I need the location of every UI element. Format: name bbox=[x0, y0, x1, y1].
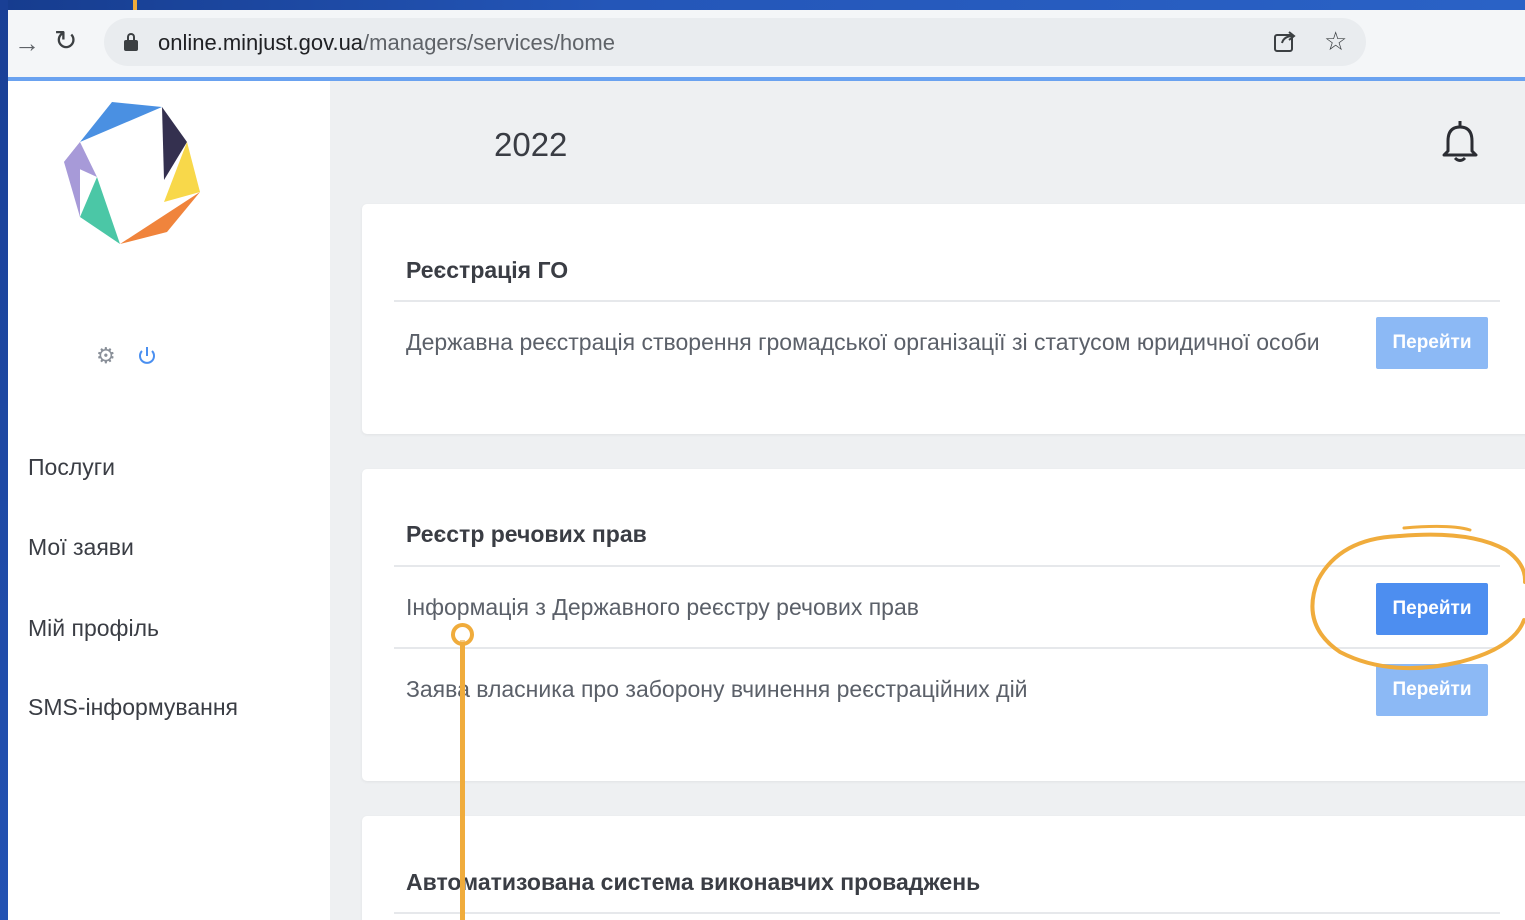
sidebar-item-services[interactable]: Послуги bbox=[28, 453, 115, 481]
service-name: Інформація з Державного реєстру речових … bbox=[406, 594, 919, 620]
url-host: online.minjust.gov.ua bbox=[158, 30, 364, 55]
divider bbox=[394, 300, 1500, 302]
blue-frame-left bbox=[0, 0, 8, 920]
bell-icon[interactable] bbox=[1440, 119, 1480, 163]
annotation-circle bbox=[1310, 524, 1525, 671]
sidebar-item-my-applications[interactable]: Мої заяви bbox=[28, 533, 134, 561]
sidebar-tools: ⚙ bbox=[96, 345, 166, 369]
sidebar-item-sms-informing[interactable]: SMS-інформування bbox=[28, 693, 238, 721]
share-icon[interactable] bbox=[1272, 28, 1298, 54]
card-title: Автоматизована система виконавчих провад… bbox=[406, 869, 981, 895]
lock-icon[interactable] bbox=[124, 33, 138, 51]
sidebar-item-my-profile[interactable]: Мій профіль bbox=[28, 614, 159, 642]
card-title: Реєстрація ГО bbox=[406, 257, 569, 283]
url-text[interactable]: online.minjust.gov.ua/managers/services/… bbox=[158, 30, 615, 56]
annotation-pointer-dot bbox=[451, 623, 474, 646]
page-title: 2022 bbox=[494, 126, 568, 163]
star-icon[interactable]: ☆ bbox=[1324, 26, 1347, 56]
blue-frame-top bbox=[0, 0, 1525, 10]
sidebar: ⚙ Послуги Мої заяви Мій профіль SMS-інфо… bbox=[8, 81, 330, 920]
gear-icon[interactable]: ⚙ bbox=[96, 345, 116, 367]
service-name: Заява власника про заборону вчинення реє… bbox=[406, 676, 1028, 702]
url-path: /managers/services/home bbox=[363, 30, 615, 55]
logo bbox=[64, 102, 200, 244]
reload-icon[interactable]: ↻ bbox=[54, 26, 77, 56]
forward-icon[interactable]: → bbox=[14, 30, 40, 56]
browser-toolbar: → ↻ online.minjust.gov.ua/managers/servi… bbox=[8, 10, 1525, 78]
power-icon[interactable] bbox=[136, 345, 158, 367]
divider bbox=[394, 912, 1500, 914]
service-card: Реєстрація ГО Державна реєстрація створе… bbox=[362, 204, 1525, 434]
service-card: Автоматизована система виконавчих провад… bbox=[362, 816, 1525, 920]
main-content: 2022 Реєстрація ГО Державна реєстрація с… bbox=[330, 81, 1525, 920]
address-bar[interactable]: online.minjust.gov.ua/managers/services/… bbox=[104, 18, 1366, 66]
go-button[interactable]: Перейти bbox=[1376, 317, 1488, 369]
card-title: Реєстр речових прав bbox=[406, 521, 647, 547]
annotation-pointer-line bbox=[460, 640, 465, 920]
service-name: Державна реєстрація створення громадсько… bbox=[406, 329, 1320, 355]
